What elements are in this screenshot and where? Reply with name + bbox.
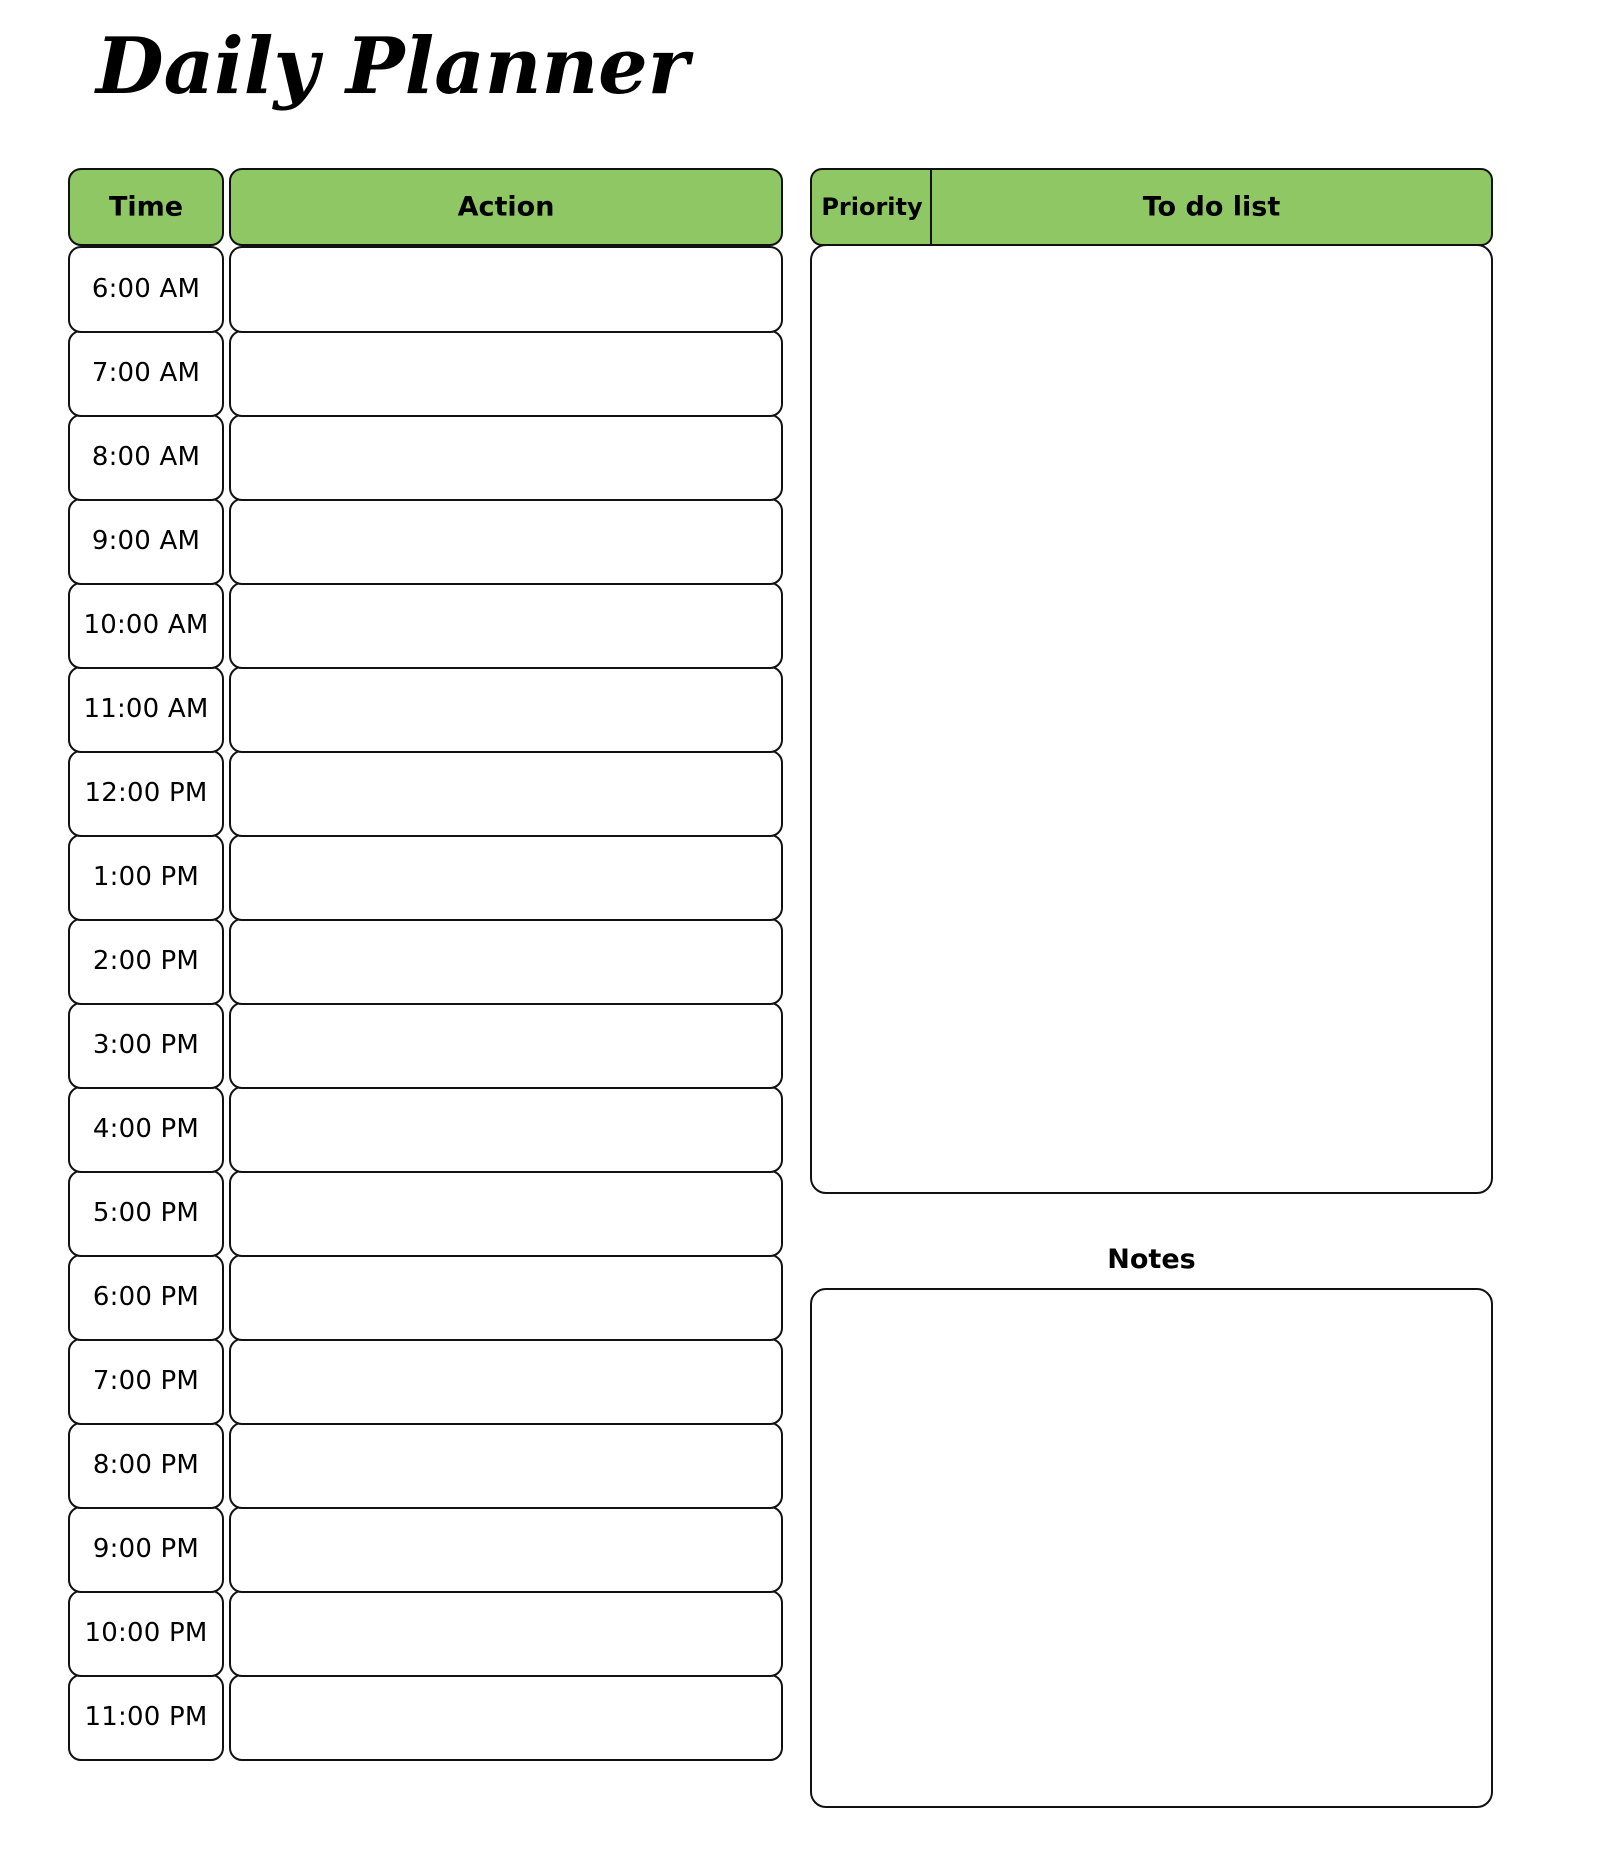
time-cell: 3:00 PM bbox=[68, 1002, 224, 1089]
column-header-priority-label: Priority bbox=[821, 193, 923, 221]
time-cell-label: 6:00 PM bbox=[92, 1282, 200, 1313]
time-cell: 8:00 AM bbox=[68, 414, 224, 501]
action-cell[interactable] bbox=[229, 1338, 783, 1425]
time-cell-label: 3:00 PM bbox=[92, 1030, 200, 1061]
time-cell: 2:00 PM bbox=[68, 918, 224, 1005]
time-cell-label: 11:00 AM bbox=[83, 694, 209, 725]
action-cell[interactable] bbox=[229, 582, 783, 669]
time-cell: 7:00 PM bbox=[68, 1338, 224, 1425]
time-cell-label: 8:00 PM bbox=[92, 1450, 200, 1481]
time-cell: 9:00 AM bbox=[68, 498, 224, 585]
time-cell-label: 1:00 PM bbox=[92, 862, 200, 893]
time-cell: 4:00 PM bbox=[68, 1086, 224, 1173]
time-cell-label: 5:00 PM bbox=[92, 1198, 200, 1229]
todo-list-writing-area[interactable] bbox=[810, 244, 1493, 1194]
time-cell-label: 9:00 AM bbox=[91, 526, 201, 557]
page-title: Daily Planner bbox=[96, 21, 689, 112]
action-cell[interactable] bbox=[229, 1086, 783, 1173]
action-cell[interactable] bbox=[229, 918, 783, 1005]
time-cell: 10:00 PM bbox=[68, 1590, 224, 1677]
action-cell[interactable] bbox=[229, 330, 783, 417]
notes-writing-area[interactable] bbox=[810, 1288, 1493, 1808]
action-cell[interactable] bbox=[229, 498, 783, 585]
time-cell-label: 10:00 PM bbox=[84, 1618, 208, 1649]
action-cell[interactable] bbox=[229, 834, 783, 921]
column-header-priority: Priority bbox=[810, 168, 932, 246]
column-header-todo-list-label: To do list bbox=[1142, 191, 1281, 223]
action-cell[interactable] bbox=[229, 666, 783, 753]
column-header-time-label: Time bbox=[108, 191, 184, 223]
action-cell[interactable] bbox=[229, 1506, 783, 1593]
column-header-action-label: Action bbox=[457, 191, 555, 223]
time-cell-label: 4:00 PM bbox=[92, 1114, 200, 1145]
action-cell[interactable] bbox=[229, 750, 783, 837]
time-cell-label: 7:00 PM bbox=[92, 1366, 200, 1397]
time-cell-label: 10:00 AM bbox=[83, 610, 209, 641]
column-header-action: Action bbox=[229, 168, 783, 246]
time-cell: 11:00 PM bbox=[68, 1674, 224, 1761]
time-cell-label: 6:00 AM bbox=[91, 274, 201, 305]
time-cell: 12:00 PM bbox=[68, 750, 224, 837]
time-cell: 5:00 PM bbox=[68, 1170, 224, 1257]
time-cell: 11:00 AM bbox=[68, 666, 224, 753]
time-cell: 6:00 PM bbox=[68, 1254, 224, 1341]
notes-section-label: Notes bbox=[1107, 1244, 1196, 1275]
time-cell-label: 8:00 AM bbox=[91, 442, 201, 473]
time-cell: 1:00 PM bbox=[68, 834, 224, 921]
action-cell[interactable] bbox=[229, 1674, 783, 1761]
time-cell-label: 7:00 AM bbox=[91, 358, 201, 389]
time-cell: 7:00 AM bbox=[68, 330, 224, 417]
time-cell: 8:00 PM bbox=[68, 1422, 224, 1509]
time-cell-label: 2:00 PM bbox=[92, 946, 200, 977]
action-cell[interactable] bbox=[229, 1002, 783, 1089]
column-header-todo-list: To do list bbox=[930, 168, 1493, 246]
time-cell: 6:00 AM bbox=[68, 246, 224, 333]
action-cell[interactable] bbox=[229, 1422, 783, 1509]
time-cell: 10:00 AM bbox=[68, 582, 224, 669]
time-cell-label: 9:00 PM bbox=[92, 1534, 200, 1565]
column-header-time: Time bbox=[68, 168, 224, 246]
action-cell[interactable] bbox=[229, 414, 783, 501]
action-cell[interactable] bbox=[229, 1590, 783, 1677]
action-cell[interactable] bbox=[229, 1254, 783, 1341]
time-cell-label: 11:00 PM bbox=[84, 1702, 208, 1733]
time-cell-label: 12:00 PM bbox=[84, 778, 208, 809]
time-cell: 9:00 PM bbox=[68, 1506, 224, 1593]
action-cell[interactable] bbox=[229, 246, 783, 333]
action-cell[interactable] bbox=[229, 1170, 783, 1257]
